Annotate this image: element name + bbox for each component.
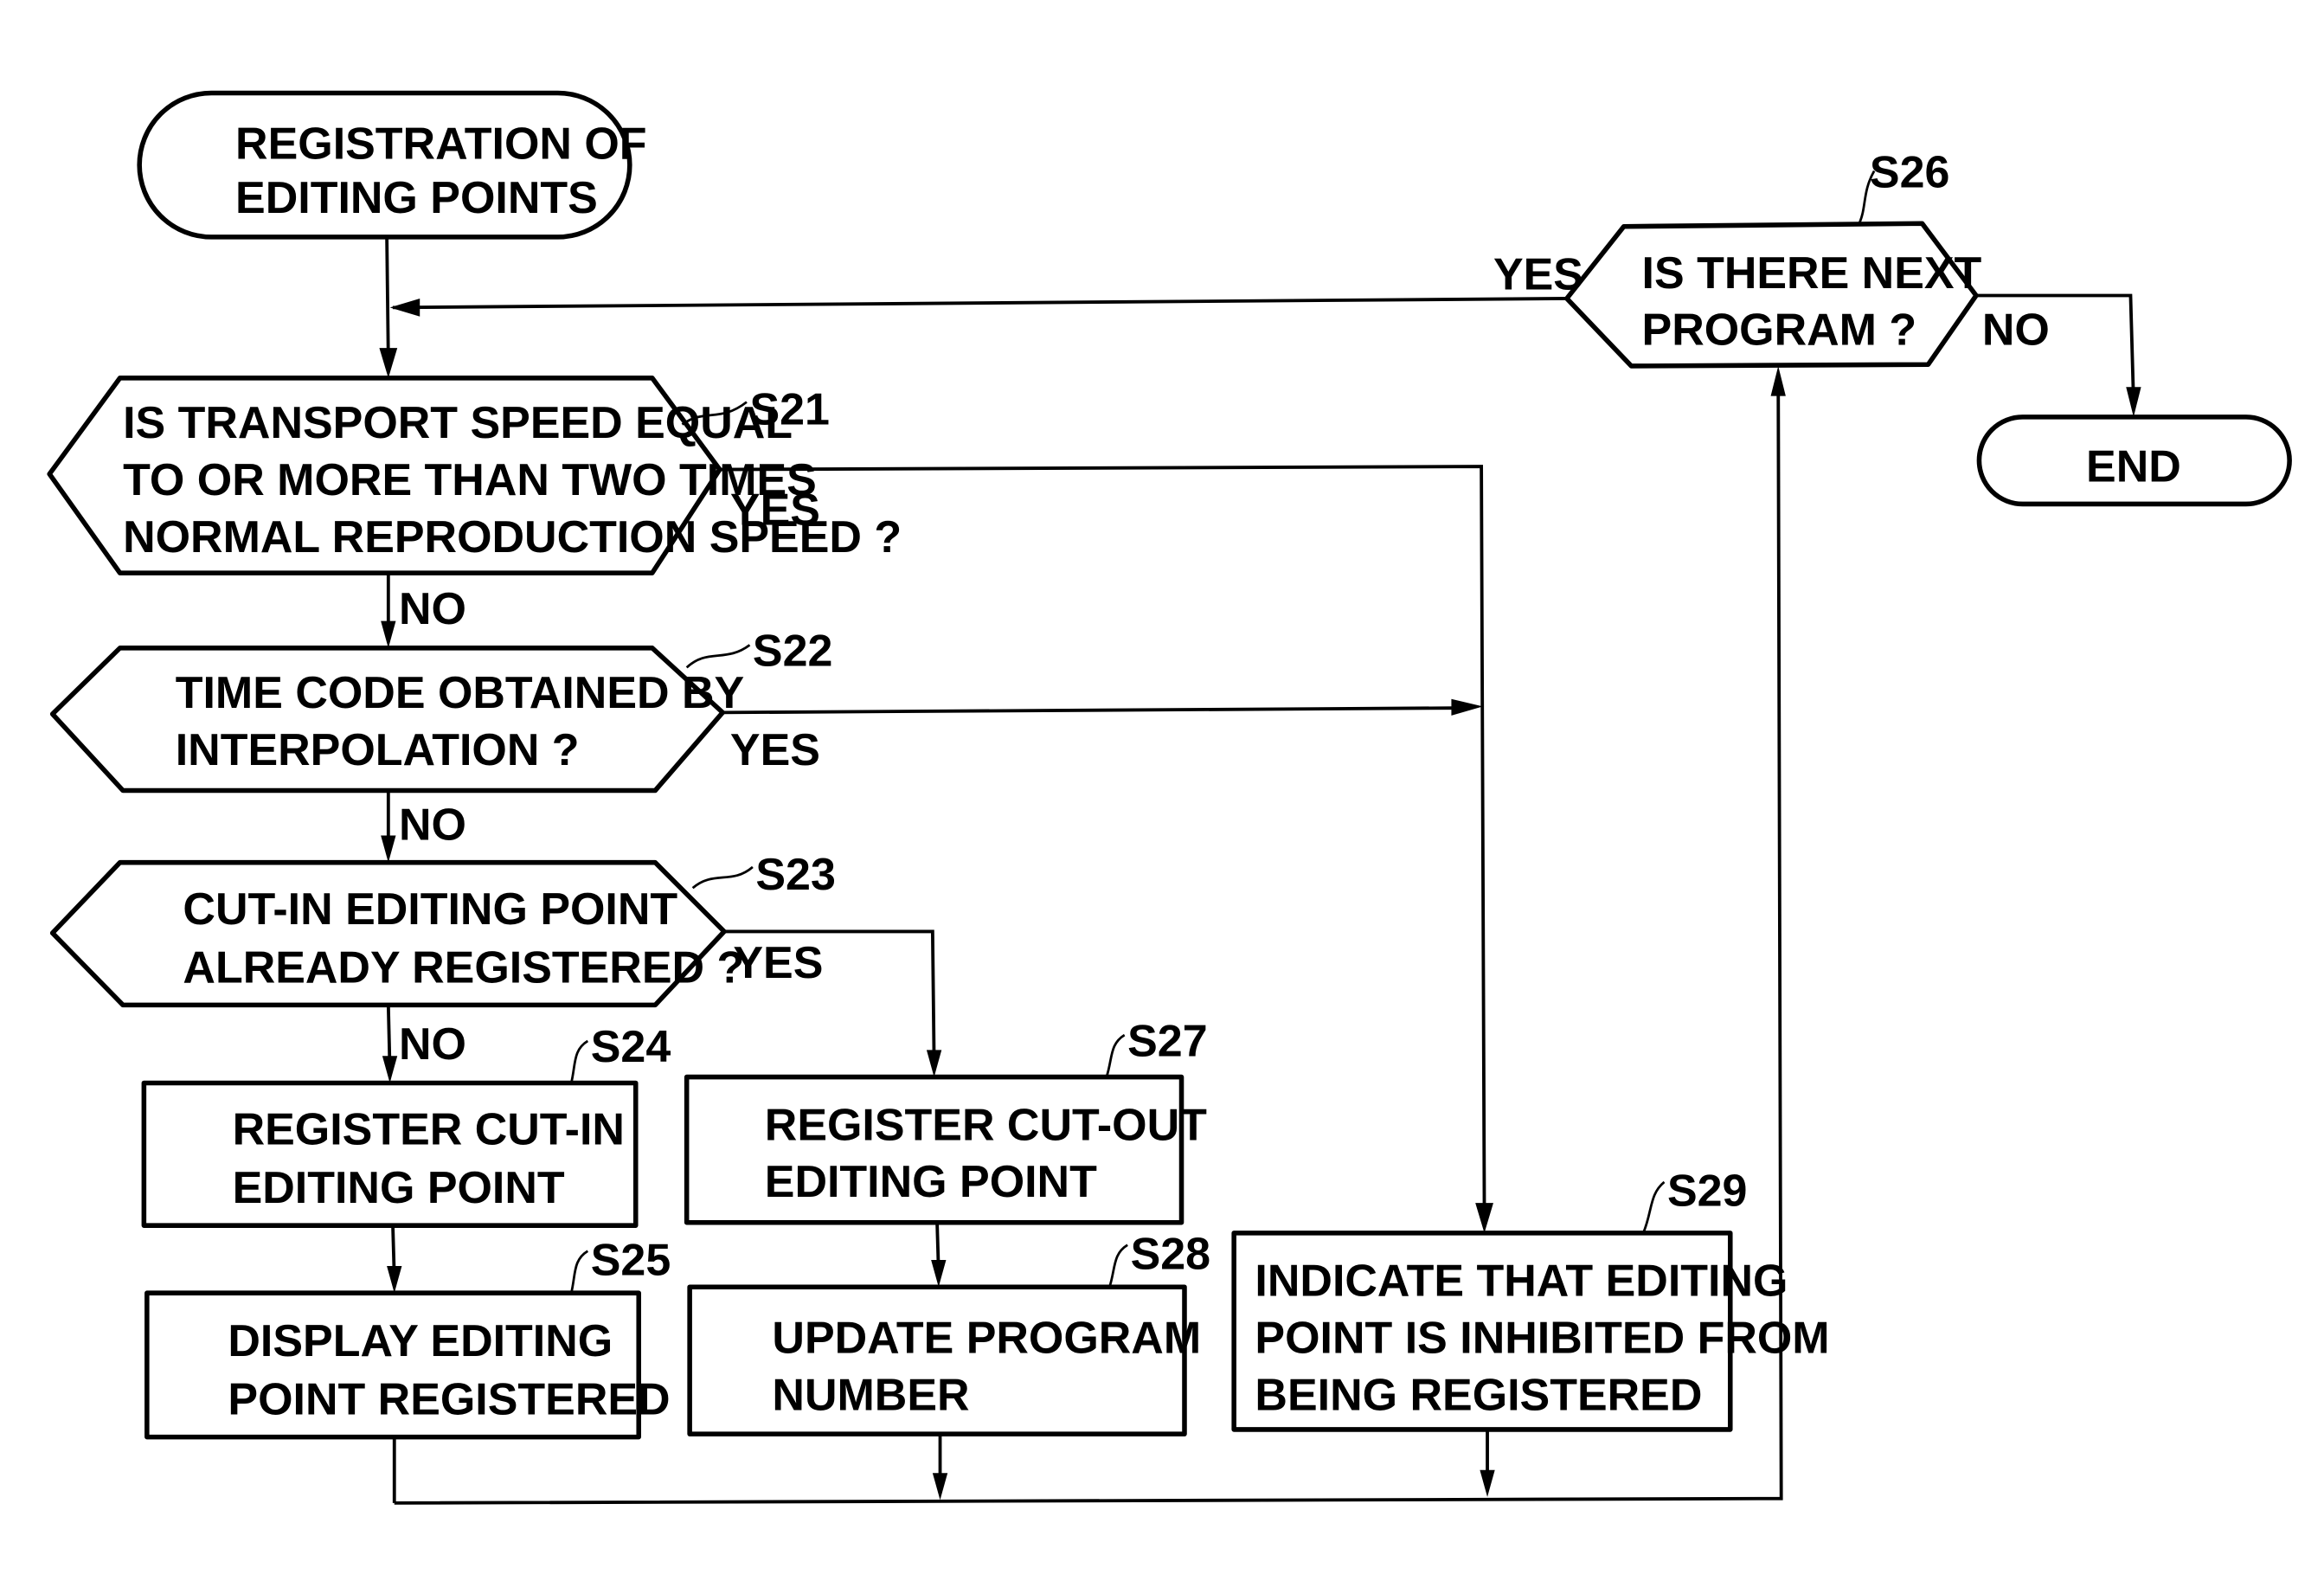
arrowhead-s28-merge xyxy=(932,1473,948,1501)
s27-leader xyxy=(1105,1033,1126,1078)
connector-start-s21 xyxy=(385,236,390,361)
s26-text-line-2: PROGRAM ? xyxy=(1642,305,1917,356)
s28-step-label: S28 xyxy=(1131,1229,1210,1279)
arrowhead-s29-merge xyxy=(1480,1469,1495,1497)
s22-no-label: NO xyxy=(399,800,466,851)
s25-leader xyxy=(569,1250,589,1294)
s23-text-line-2: ALREADY REGISTERED ? xyxy=(183,942,744,993)
start-label-line-2: EDITING POINTS xyxy=(235,173,598,223)
process-s27: REGISTER CUT-OUT EDITING POINT S27 xyxy=(684,1016,1208,1225)
connector-s26-yes-return xyxy=(393,297,1567,310)
s23-step-label: S23 xyxy=(755,850,835,900)
process-s29: INDICATE THAT EDITING POINT IS INHIBITED… xyxy=(1231,1166,1830,1432)
s23-yes-label: YES xyxy=(733,938,823,988)
s24-leader xyxy=(569,1039,589,1083)
arrowhead-s22-in xyxy=(381,620,396,648)
arrowhead-loop-join xyxy=(389,298,421,317)
s27-step-label: S27 xyxy=(1127,1016,1207,1066)
arrowhead-s28-in xyxy=(931,1260,947,1288)
s24-text-line-1: REGISTER CUT-IN xyxy=(233,1105,625,1155)
process-s28: UPDATE PROGRAM NUMBER S28 xyxy=(687,1229,1210,1436)
s28-leader xyxy=(1108,1244,1128,1288)
s21-no-label: NO xyxy=(399,584,466,634)
decision-s22: TIME CODE OBTAINED BY INTERPOLATION ? S2… xyxy=(49,627,832,794)
arrowhead-s25-in xyxy=(387,1265,402,1294)
decision-s21: IS TRANSPORT SPEED EQUAL TO OR MORE THAN… xyxy=(47,376,902,575)
flowchart: REGISTRATION OF EDITING POINTS IS TRANSP… xyxy=(47,90,2292,1505)
arrowhead-s22-yes-join xyxy=(1451,698,1483,716)
s26-step-label: S26 xyxy=(1870,148,1949,198)
start-label-line-1: REGISTRATION OF xyxy=(235,119,646,170)
s25-text-line-2: POINT REGISTERED xyxy=(228,1375,670,1425)
s21-yes-label: YES xyxy=(730,485,820,536)
s24-step-label: S24 xyxy=(591,1022,671,1072)
s24-text-line-2: EDITING POINT xyxy=(233,1163,565,1213)
end-terminal: END xyxy=(1976,415,2292,507)
arrowhead-s24-in xyxy=(382,1056,398,1083)
s29-text-line-2: POINT IS INHIBITED FROM xyxy=(1255,1314,1829,1364)
s25-step-label: S25 xyxy=(591,1235,671,1285)
s21-text-line-2: TO OR MORE THAN TWO TIMES xyxy=(123,455,817,505)
arrowhead-s29-in xyxy=(1475,1203,1493,1233)
s27-text-line-1: REGISTER CUT-OUT xyxy=(765,1100,1207,1150)
decision-s23: CUT-IN EDITING POINT ALREADY REGISTERED … xyxy=(49,850,836,1008)
s22-text-line-2: INTERPOLATION ? xyxy=(176,725,580,775)
end-label: END xyxy=(2086,441,2181,492)
s27-text-line-2: EDITING POINT xyxy=(765,1157,1097,1207)
s22-leader xyxy=(685,644,751,669)
s26-yes-label: YES xyxy=(1493,250,1583,300)
s29-step-label: S29 xyxy=(1667,1166,1747,1217)
arrowhead-s26-in xyxy=(1770,365,1786,396)
s28-text-line-1: UPDATE PROGRAM xyxy=(772,1314,1201,1364)
connector-s22-yes xyxy=(722,706,1454,715)
s22-step-label: S22 xyxy=(753,627,832,677)
s29-text-line-3: BEING REGISTERED xyxy=(1255,1370,1702,1420)
s23-leader xyxy=(691,865,754,890)
s29-leader xyxy=(1641,1180,1666,1234)
process-s25: DISPLAY EDITING POINT REGISTERED S25 xyxy=(144,1235,671,1440)
s21-text-line-1: IS TRANSPORT SPEED EQUAL xyxy=(123,398,793,448)
arrowhead-s21-in xyxy=(379,348,398,378)
s22-text-line-1: TIME CODE OBTAINED BY xyxy=(176,668,744,718)
arrowhead-end-in xyxy=(2126,387,2141,417)
s26-no-label: NO xyxy=(1982,305,2050,356)
s23-no-label: NO xyxy=(399,1019,466,1070)
s23-text-line-1: CUT-IN EDITING POINT xyxy=(183,884,677,935)
s21-step-label: S21 xyxy=(749,385,829,435)
start-terminal: REGISTRATION OF EDITING POINTS xyxy=(137,90,647,240)
s22-yes-label: YES xyxy=(730,725,820,775)
s25-text-line-1: DISPLAY EDITING xyxy=(228,1316,613,1366)
arrowhead-s23-in xyxy=(381,835,396,863)
s28-text-line-2: NUMBER xyxy=(772,1370,969,1420)
decision-s26: IS THERE NEXT PROGRAM ? S26 xyxy=(1564,148,1982,369)
s26-text-line-1: IS THERE NEXT xyxy=(1642,248,1982,299)
s29-text-line-1: INDICATE THAT EDITING xyxy=(1255,1256,1788,1307)
arrowhead-s27-in xyxy=(926,1050,942,1077)
